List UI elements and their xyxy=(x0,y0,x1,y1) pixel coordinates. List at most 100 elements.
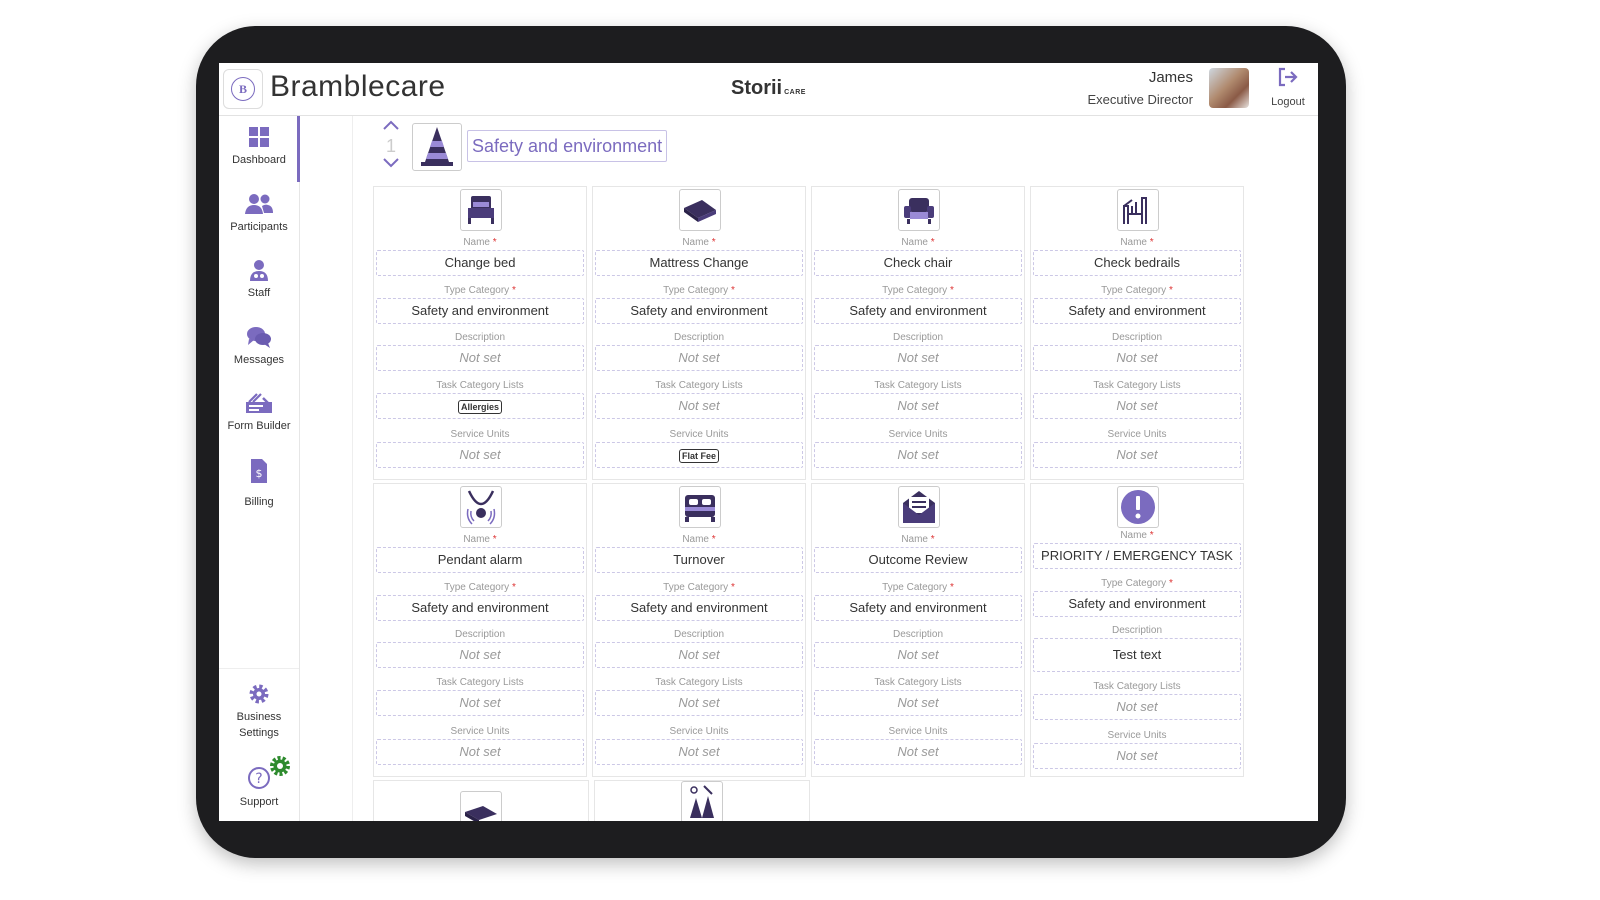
task-icon-button[interactable] xyxy=(460,486,502,528)
service-units-field[interactable]: Not set xyxy=(376,739,584,765)
sidebar-item-business-settings[interactable]: Business Settings xyxy=(219,683,299,739)
task-category-lists-field[interactable]: Not set xyxy=(814,690,1022,716)
type-category-field[interactable]: Safety and environment xyxy=(1033,298,1241,324)
task-category-lists-field[interactable]: Allergies xyxy=(376,393,584,419)
description-field[interactable]: Not set xyxy=(1033,345,1241,371)
service-units-label: Service Units xyxy=(669,429,729,440)
type-category-label: Type Category * xyxy=(882,285,954,296)
description-field[interactable]: Not set xyxy=(376,642,584,668)
task-category-lists-label: Task Category Lists xyxy=(436,380,524,391)
name-label: Name * xyxy=(682,534,716,545)
name-field[interactable]: Turnover xyxy=(595,547,803,573)
type-category-field[interactable]: Safety and environment xyxy=(595,298,803,324)
brand-logo[interactable]: B xyxy=(223,69,263,109)
task-card[interactable]: Name * Check chair Type Category * Safet… xyxy=(811,186,1025,480)
type-category-field[interactable]: Safety and environment xyxy=(376,298,584,324)
service-units-field[interactable]: Not set xyxy=(1033,442,1241,468)
description-field[interactable]: Test text xyxy=(1033,638,1241,672)
description-field[interactable]: Not set xyxy=(376,345,584,371)
avatar[interactable] xyxy=(1209,68,1249,108)
service-units-label: Service Units xyxy=(450,429,510,440)
task-category-lists-field[interactable]: Not set xyxy=(595,690,803,716)
staff-icon xyxy=(250,260,268,281)
sidebar-item-staff[interactable]: Staff xyxy=(219,259,299,299)
sidebar-item-form-builder[interactable]: Form Builder xyxy=(219,392,299,432)
description-label: Description xyxy=(673,332,725,343)
task-icon-button[interactable] xyxy=(898,486,940,528)
name-field[interactable]: Mattress Change xyxy=(595,250,803,276)
task-icon-button[interactable] xyxy=(460,189,502,231)
chevron-down-icon[interactable] xyxy=(382,157,400,169)
description-field[interactable]: Not set xyxy=(595,642,803,668)
type-category-field[interactable]: Safety and environment xyxy=(814,595,1022,621)
description-field[interactable]: Not set xyxy=(814,345,1022,371)
task-card[interactable]: Name * Turnover Type Category * Safety a… xyxy=(592,483,806,777)
task-icon-button[interactable] xyxy=(679,486,721,528)
task-card[interactable]: Name * Pendant alarm Type Category * Saf… xyxy=(373,483,587,777)
service-units-field[interactable]: Flat Fee xyxy=(595,442,803,468)
name-label: Name * xyxy=(901,534,935,545)
type-category-label: Type Category * xyxy=(1101,578,1173,589)
name-field[interactable]: PRIORITY / EMERGENCY TASK xyxy=(1033,543,1241,569)
service-units-field[interactable]: Not set xyxy=(595,739,803,765)
sidebar-item-label: Dashboard xyxy=(232,154,286,166)
service-units-field[interactable]: Not set xyxy=(814,442,1022,468)
description-field[interactable]: Not set xyxy=(814,642,1022,668)
sidebar-item-participants[interactable]: Participants xyxy=(219,193,299,233)
sidebar-item-messages[interactable]: Messages xyxy=(219,326,299,366)
service-units-label: Service Units xyxy=(888,726,948,737)
task-category-lists-field[interactable]: Not set xyxy=(595,393,803,419)
name-field[interactable]: Change bed xyxy=(376,250,584,276)
task-category-lists-label: Task Category Lists xyxy=(655,677,743,688)
task-card[interactable]: Name * Check bedrails Type Category * Sa… xyxy=(1030,186,1244,480)
task-card[interactable]: Name * PRIORITY / EMERGENCY TASK Type Ca… xyxy=(1030,483,1244,777)
type-category-label: Type Category * xyxy=(1101,285,1173,296)
name-field[interactable]: Check chair xyxy=(814,250,1022,276)
service-units-field[interactable]: Not set xyxy=(814,739,1022,765)
type-category-label: Type Category * xyxy=(444,582,516,593)
task-card[interactable]: Name * Change bed Type Category * Safety… xyxy=(373,186,587,480)
task-card[interactable]: Name * Outcome Review Type Category * Sa… xyxy=(811,483,1025,777)
task-category-lists-field[interactable]: Not set xyxy=(1033,694,1241,720)
category-title[interactable]: Safety and environment xyxy=(467,130,668,162)
category-order-control: 1 xyxy=(381,118,401,174)
task-icon-button[interactable] xyxy=(679,189,721,231)
task-icon-button[interactable] xyxy=(898,189,940,231)
task-category-lists-field[interactable]: Not set xyxy=(1033,393,1241,419)
logout-button[interactable]: Logout xyxy=(1265,67,1311,108)
tag-badge: Allergies xyxy=(457,399,503,414)
task-category-lists-label: Task Category Lists xyxy=(1093,380,1181,391)
required-mark: * xyxy=(930,534,935,545)
name-field[interactable]: Check bedrails xyxy=(1033,250,1241,276)
type-category-field[interactable]: Safety and environment xyxy=(814,298,1022,324)
mattress-icon xyxy=(684,200,716,222)
name-field[interactable]: Pendant alarm xyxy=(376,547,584,573)
task-icon-button[interactable] xyxy=(1117,189,1159,231)
name-field[interactable]: Outcome Review xyxy=(814,547,1022,573)
type-category-field[interactable]: Safety and environment xyxy=(1033,591,1241,617)
settings-gear-badge-icon[interactable] xyxy=(269,755,291,777)
task-card-partial[interactable] xyxy=(373,780,589,821)
type-category-field[interactable]: Safety and environment xyxy=(376,595,584,621)
sidebar-item-dashboard[interactable]: Dashboard xyxy=(219,126,299,166)
billing-icon: $ xyxy=(251,459,267,483)
task-category-lists-field[interactable]: Not set xyxy=(376,690,584,716)
type-category-field[interactable]: Safety and environment xyxy=(595,595,803,621)
task-card-partial[interactable] xyxy=(594,780,810,821)
dashboard-icon xyxy=(249,127,269,147)
service-units-field[interactable]: Not set xyxy=(376,442,584,468)
sidebar-item-label: Messages xyxy=(233,354,285,366)
service-units-label: Service Units xyxy=(669,726,729,737)
task-icon-button[interactable] xyxy=(1117,486,1159,528)
required-mark: * xyxy=(511,582,516,593)
task-card[interactable]: Name * Mattress Change Type Category * S… xyxy=(592,186,806,480)
task-category-lists-field[interactable]: Not set xyxy=(814,393,1022,419)
service-units-field[interactable]: Not set xyxy=(1033,743,1241,769)
sidebar-item-billing[interactable]: $ Billing xyxy=(219,458,299,508)
chevron-up-icon[interactable] xyxy=(382,119,400,131)
description-field[interactable]: Not set xyxy=(595,345,803,371)
task-category-lists-label: Task Category Lists xyxy=(655,380,743,391)
required-mark: * xyxy=(949,285,954,296)
required-mark: * xyxy=(492,237,497,248)
category-icon[interactable] xyxy=(412,123,462,171)
